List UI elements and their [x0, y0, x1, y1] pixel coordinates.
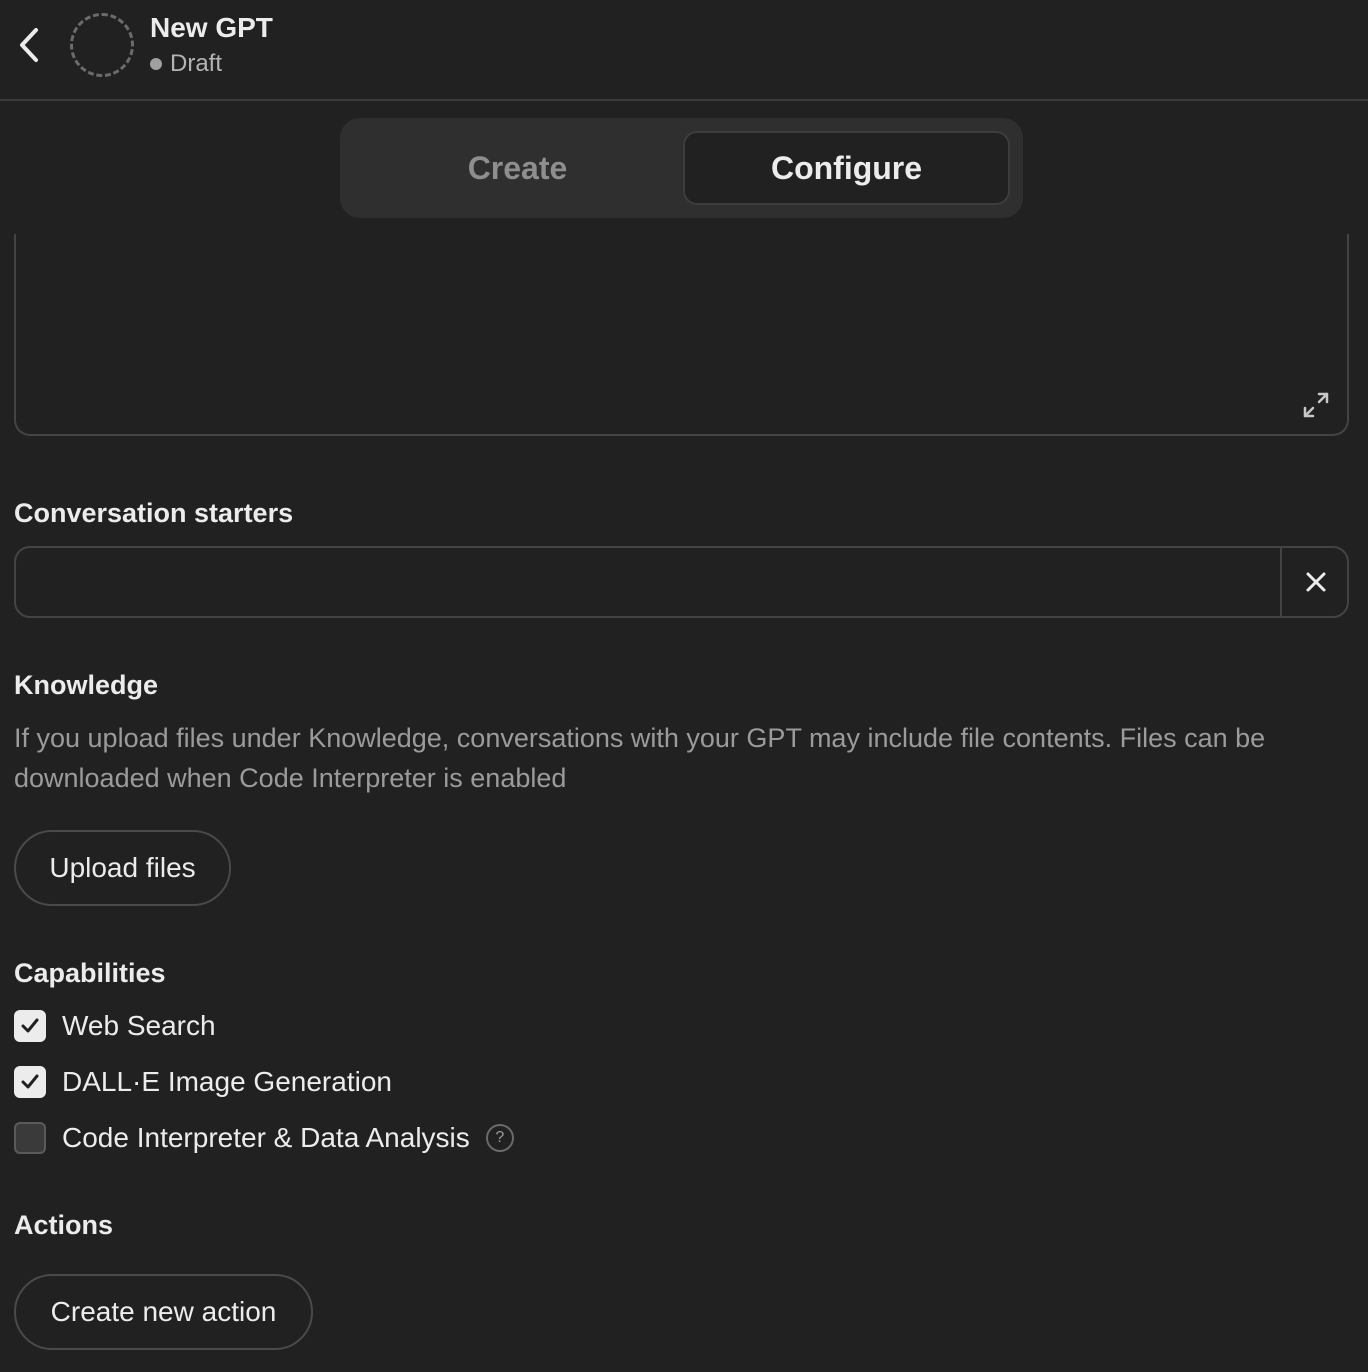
chevron-left-icon: [20, 28, 38, 62]
capabilities-label: Capabilities: [14, 958, 166, 988]
header: New GPT Draft: [0, 0, 1368, 101]
gpt-title: New GPT: [150, 12, 273, 43]
knowledge-description: If you upload files under Knowledge, con…: [14, 723, 1266, 793]
knowledge-label: Knowledge: [14, 670, 159, 700]
mode-tabs: Create Configure: [340, 118, 1023, 218]
capability-dalle: DALL·E Image Generation: [14, 1064, 392, 1100]
tab-configure[interactable]: Configure: [683, 131, 1010, 205]
expand-icon[interactable]: [1301, 390, 1331, 420]
instructions-textarea[interactable]: [14, 234, 1349, 436]
back-button[interactable]: [14, 24, 46, 66]
web-search-checkbox[interactable]: [14, 1010, 46, 1042]
dalle-label: DALL·E Image Generation: [62, 1066, 392, 1097]
clear-starter-button[interactable]: [1282, 548, 1349, 616]
web-search-label: Web Search: [62, 1010, 216, 1041]
code-interpreter-checkbox[interactable]: [14, 1122, 46, 1154]
status-text: Draft: [170, 50, 223, 77]
status-dot-icon: [150, 58, 162, 70]
conversation-starter-row: [14, 546, 1349, 618]
capability-code-interpreter: Code Interpreter & Data Analysis ?: [14, 1120, 514, 1156]
create-new-action-button[interactable]: Create new action: [14, 1274, 313, 1350]
checkmark-icon: [21, 1018, 39, 1033]
conversation-starters-label: Conversation starters: [14, 498, 294, 528]
status-badge: Draft: [150, 50, 222, 78]
code-interpreter-label: Code Interpreter & Data Analysis: [62, 1122, 470, 1153]
close-icon: [1306, 572, 1325, 592]
tab-create[interactable]: Create: [354, 131, 681, 205]
conversation-starter-input[interactable]: [16, 548, 1280, 616]
upload-files-button[interactable]: Upload files: [14, 830, 231, 906]
help-icon[interactable]: ?: [485, 1124, 514, 1152]
actions-label: Actions: [14, 1210, 114, 1240]
dalle-checkbox[interactable]: [14, 1066, 46, 1098]
gpt-avatar-placeholder[interactable]: [70, 13, 134, 77]
capability-web-search: Web Search: [14, 1008, 216, 1044]
checkmark-icon: [21, 1074, 39, 1089]
